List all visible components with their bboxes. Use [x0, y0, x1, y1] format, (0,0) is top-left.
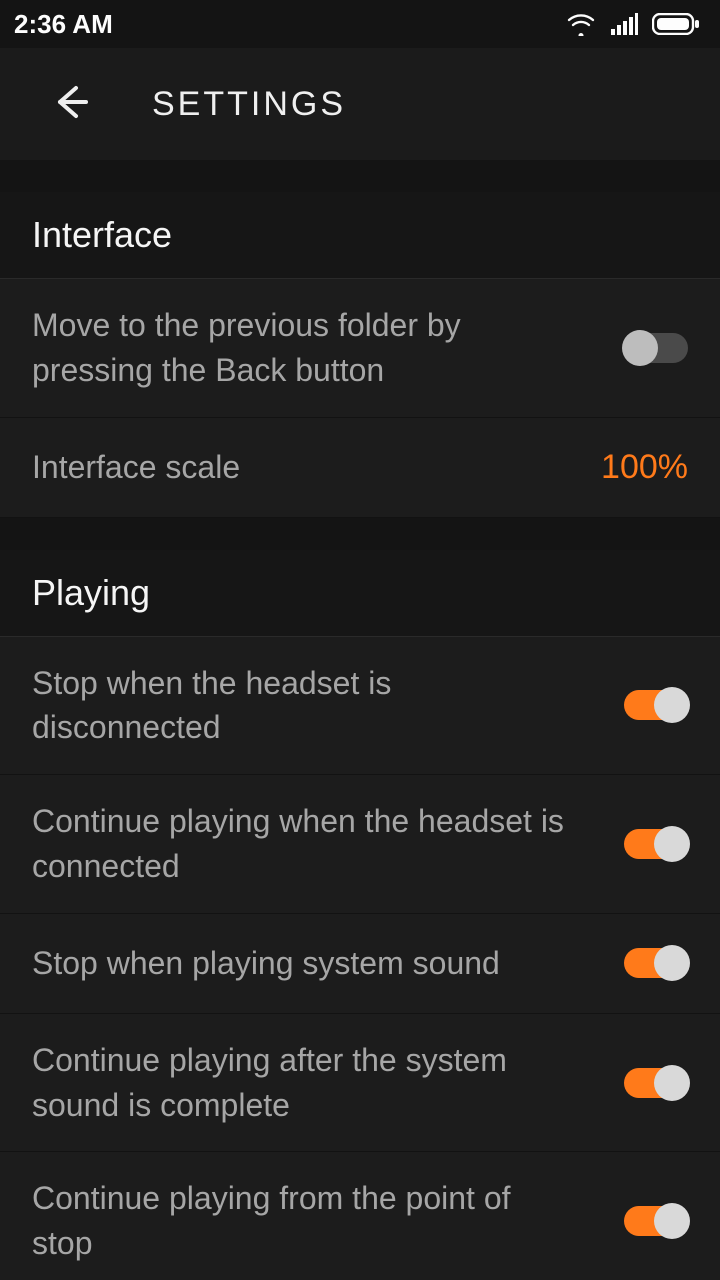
section-title: Playing	[32, 572, 688, 614]
arrow-left-icon	[48, 80, 92, 129]
row-label: Stop when playing system sound	[32, 941, 500, 986]
spacer	[0, 160, 720, 192]
row-interface-scale[interactable]: Interface scale 100%	[0, 418, 720, 518]
row-continue-after-system-sound[interactable]: Continue playing after the system sound …	[0, 1014, 720, 1153]
row-back-folder[interactable]: Move to the previous folder by pressing …	[0, 279, 720, 418]
row-label: Continue playing from the point of stop	[32, 1176, 572, 1266]
section-header-playing: Playing	[0, 550, 720, 637]
app-bar: SETTINGS	[0, 48, 720, 160]
row-value: 100%	[601, 448, 688, 487]
toggle-continue-headset-connect[interactable]	[624, 829, 688, 859]
toggle-continue-from-stop[interactable]	[624, 1206, 688, 1236]
row-label: Stop when the headset is disconnected	[32, 661, 572, 751]
toggle-stop-headset-disconnect[interactable]	[624, 690, 688, 720]
toggle-stop-system-sound[interactable]	[624, 948, 688, 978]
signal-icon	[610, 12, 638, 36]
row-label: Continue playing after the system sound …	[32, 1038, 572, 1128]
status-time: 2:36 AM	[14, 9, 113, 40]
spacer	[0, 518, 720, 550]
back-button[interactable]	[40, 74, 100, 134]
row-label: Interface scale	[32, 445, 240, 490]
toggle-continue-after-system-sound[interactable]	[624, 1068, 688, 1098]
row-stop-system-sound[interactable]: Stop when playing system sound	[0, 914, 720, 1014]
status-bar: 2:36 AM	[0, 0, 720, 48]
toggle-back-folder[interactable]	[624, 333, 688, 363]
row-continue-headset-connect[interactable]: Continue playing when the headset is con…	[0, 775, 720, 914]
wifi-icon	[566, 12, 596, 36]
row-label: Continue playing when the headset is con…	[32, 799, 572, 889]
status-icons	[566, 12, 700, 36]
row-stop-headset-disconnect[interactable]: Stop when the headset is disconnected	[0, 637, 720, 776]
section-title: Interface	[32, 214, 688, 256]
section-header-interface: Interface	[0, 192, 720, 279]
row-continue-from-stop[interactable]: Continue playing from the point of stop	[0, 1152, 720, 1280]
page-title: SETTINGS	[152, 85, 346, 124]
battery-icon	[652, 13, 700, 35]
row-label: Move to the previous folder by pressing …	[32, 303, 572, 393]
